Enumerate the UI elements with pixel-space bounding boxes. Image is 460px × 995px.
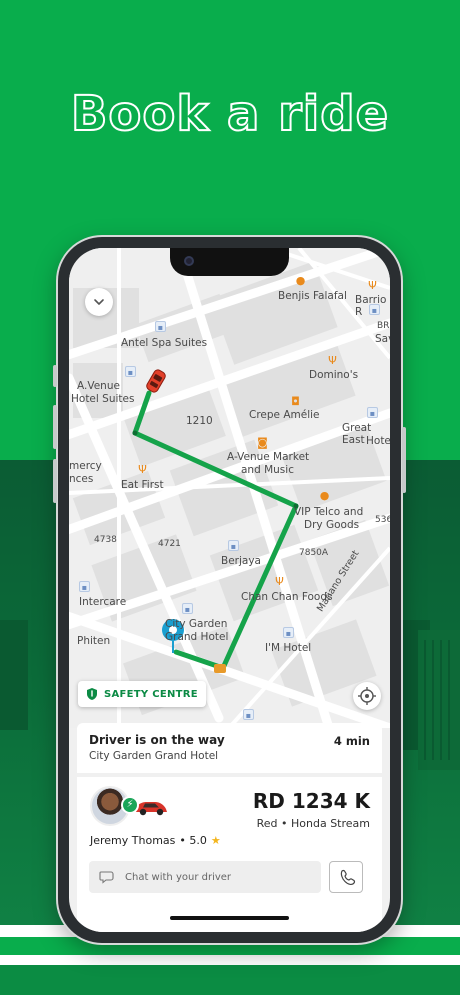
hotel-icon: ▪ xyxy=(182,603,193,614)
driver-name: Jeremy Thomas xyxy=(90,834,176,847)
phone-button-volume-down xyxy=(53,459,57,503)
map-label-mercy-1: mercy xyxy=(69,460,102,472)
phone-button-silent xyxy=(53,365,57,387)
eta-label: 4 min xyxy=(333,734,370,748)
phone-button-volume-up xyxy=(53,405,57,449)
license-plate: RD 1234 K xyxy=(252,789,370,813)
map-label-mercy-2: nces xyxy=(69,473,94,485)
map-label-dominos: Domino's xyxy=(309,369,359,381)
map-label-antel: Antel Spa Suites xyxy=(121,337,208,349)
car-model: Red • Honda Stream xyxy=(256,817,370,830)
phone-frame: Benjis Falafal Barrio R Antel Spa Suites… xyxy=(53,237,406,943)
safety-centre-label: SAFETY CENTRE xyxy=(104,688,198,700)
shopping-icon: ◙ xyxy=(257,436,268,449)
hotel-icon: ▪ xyxy=(243,709,254,720)
hotel-icon: ▪ xyxy=(79,581,90,592)
status-card: Driver is on the way City Garden Grand H… xyxy=(77,723,382,773)
restaurant-icon: Ψ xyxy=(368,279,377,292)
cafe-icon: ◘ xyxy=(291,395,300,408)
chevron-down-icon xyxy=(94,299,104,305)
map-canvas[interactable] xyxy=(69,248,390,733)
hotel-icon: ▪ xyxy=(228,540,239,551)
phone-screen: Benjis Falafal Barrio R Antel Spa Suites… xyxy=(69,248,390,932)
hotel-icon: ▪ xyxy=(283,627,294,638)
chat-placeholder: Chat with your driver xyxy=(125,871,232,883)
safety-centre-button[interactable]: SAFETY CENTRE xyxy=(78,681,206,707)
driver-info: Jeremy Thomas • 5.0 ★ xyxy=(90,834,221,847)
headline: Book a ride xyxy=(70,85,390,143)
bakery-icon: ● xyxy=(319,489,330,502)
map-label-avenue-market-2: and Music xyxy=(241,464,294,476)
map-label-4721: 4721 xyxy=(158,539,181,549)
map-label-berjaya: Berjaya xyxy=(221,555,261,567)
lightning-icon: ⚡ xyxy=(121,796,139,814)
restaurant-icon: Ψ xyxy=(328,354,337,367)
map-label-city-garden-2: Grand Hotel xyxy=(165,631,229,643)
restaurant-icon: Ψ xyxy=(138,463,147,476)
map-label-vip-telco-1: VIP Telco and xyxy=(294,506,364,518)
driver-card: ⚡ RD 1234 K Red • Honda Stream Jeremy Th… xyxy=(77,777,382,932)
map-label-intercare: Intercare xyxy=(79,596,127,608)
phone-icon xyxy=(340,869,356,886)
recenter-button[interactable] xyxy=(353,682,381,710)
map-label-benjis: Benjis Falafal xyxy=(278,290,347,302)
crosshair-icon xyxy=(358,687,376,705)
collapse-button[interactable] xyxy=(85,288,113,316)
map-label-avenue-suites-2: Hotel Suites xyxy=(71,393,135,405)
map-label-536: 536 xyxy=(375,515,390,525)
camera-icon xyxy=(184,256,194,266)
star-icon: ★ xyxy=(210,834,221,847)
map-label-4738: 4738 xyxy=(94,535,117,545)
map-label-great-east-2: Hotel xyxy=(366,435,390,447)
map-label-phiten: Phiten xyxy=(77,635,111,647)
map-label-7850a: 7850A xyxy=(299,548,329,558)
phone-button-power xyxy=(402,427,406,493)
shield-icon xyxy=(87,688,97,700)
notch xyxy=(170,248,289,276)
chat-bubble-icon xyxy=(99,871,114,884)
driver-rating: • 5.0 xyxy=(179,834,207,847)
hotel-icon: ▪ xyxy=(367,407,378,418)
map-label-sav: Sav xyxy=(375,333,390,345)
map-label-1210: 1210 xyxy=(186,415,213,427)
status-title: Driver is on the way xyxy=(89,733,225,747)
hotel-icon: ▪ xyxy=(155,321,166,332)
chat-with-driver-input[interactable]: Chat with your driver xyxy=(89,861,321,893)
ride-status-sheet: Driver is on the way City Garden Grand H… xyxy=(77,723,382,932)
stripe-white-2 xyxy=(0,955,460,965)
map-label-avenue-suites-1: A.Venue xyxy=(77,380,120,392)
home-indicator xyxy=(170,916,289,920)
map-label-avenue-market-1: A-Venue Market xyxy=(227,451,310,463)
hotel-icon: ▪ xyxy=(369,304,380,315)
stripe-bottom xyxy=(0,965,460,995)
map-label-city-garden-1: City Garden xyxy=(165,618,228,630)
map-label-crepe: Crepe Amélie xyxy=(249,409,320,421)
call-driver-button[interactable] xyxy=(329,861,363,893)
map-label-im-hotel: I'M Hotel xyxy=(265,642,312,654)
map-view[interactable]: Benjis Falafal Barrio R Antel Spa Suites… xyxy=(69,248,390,733)
burger-icon: ● xyxy=(295,274,306,287)
map-label-vip-telco-2: Dry Goods xyxy=(304,519,360,531)
map-label-br: BR xyxy=(377,321,390,331)
restaurant-icon: Ψ xyxy=(275,575,284,588)
hotel-icon: ▪ xyxy=(125,366,136,377)
pickup-location: City Garden Grand Hotel xyxy=(89,750,219,762)
map-label-eat-first: Eat First xyxy=(121,479,164,491)
